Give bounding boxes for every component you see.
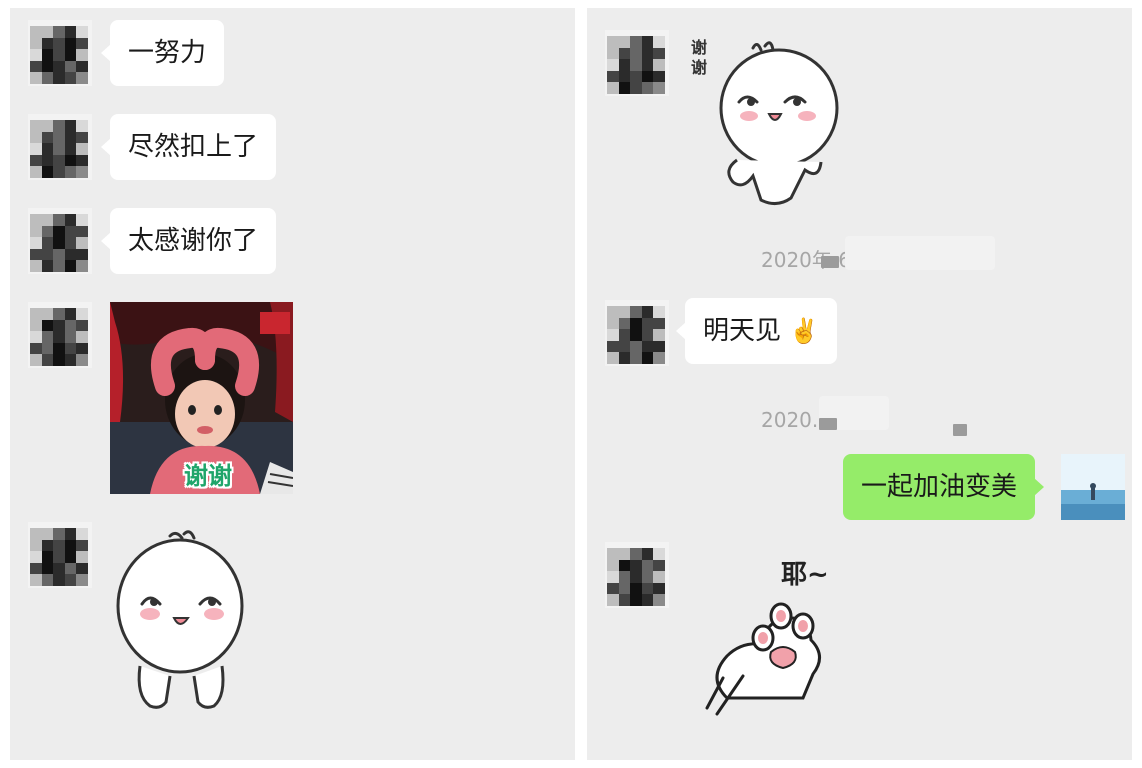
contact-avatar[interactable]: [605, 30, 669, 96]
avatar-mosaic: [30, 26, 88, 84]
avatar-mosaic: [30, 120, 88, 178]
contact-avatar[interactable]: [28, 208, 92, 274]
cat-paw-icon: [705, 602, 821, 716]
avatar-mosaic: [30, 528, 88, 586]
redacted-area: [845, 236, 995, 270]
contact-avatar[interactable]: [28, 302, 92, 368]
avatar-mosaic: [607, 548, 665, 606]
contact-avatar[interactable]: [605, 542, 669, 608]
redacted-mark: [953, 424, 967, 436]
right-chat-panel: 谢谢 2020年 6日 明天见 ✌️ 2020. 日 一起加油变美 耶~: [587, 8, 1132, 760]
message-text: 尽然扣上了: [128, 132, 259, 162]
thanks-sticker[interactable]: 谢谢: [687, 30, 847, 210]
blob-character-icon: [719, 41, 839, 205]
contact-avatar[interactable]: [28, 20, 92, 86]
my-avatar[interactable]: [1061, 454, 1125, 520]
left-chat-panel: 一努力 尽然扣上了 太感谢你了 谢谢: [10, 8, 575, 760]
beach-avatar-image: [1061, 454, 1125, 520]
contact-avatar[interactable]: [605, 300, 669, 366]
message-text: 明天见: [703, 316, 782, 346]
message-bubble[interactable]: 太感谢你了: [100, 208, 277, 274]
message-bubble[interactable]: 尽然扣上了: [100, 114, 277, 180]
message-bubble[interactable]: 一努力: [100, 20, 225, 86]
avatar-mosaic: [607, 36, 665, 94]
redacted-mark: [821, 256, 839, 268]
avatar-mosaic: [30, 214, 88, 272]
victory-hand-emoji: ✌️: [789, 317, 820, 345]
contact-avatar[interactable]: [28, 114, 92, 180]
avatar-mosaic: [30, 308, 88, 366]
blob-character-sticker[interactable]: [110, 526, 260, 716]
photo-caption: 谢谢: [184, 462, 232, 490]
avatar-mosaic: [607, 306, 665, 364]
redacted-mark: [819, 418, 837, 430]
message-bubble[interactable]: 明天见 ✌️: [675, 298, 838, 364]
contact-avatar[interactable]: [28, 522, 92, 588]
message-text: 一起加油变美: [861, 472, 1018, 502]
photo-message[interactable]: 谢谢: [110, 302, 293, 494]
message-text: 太感谢你了: [128, 226, 259, 256]
my-message-bubble[interactable]: 一起加油变美: [843, 454, 1045, 520]
message-text: 一努力: [128, 38, 207, 68]
paw-sticker[interactable]: 耶~: [687, 548, 857, 718]
